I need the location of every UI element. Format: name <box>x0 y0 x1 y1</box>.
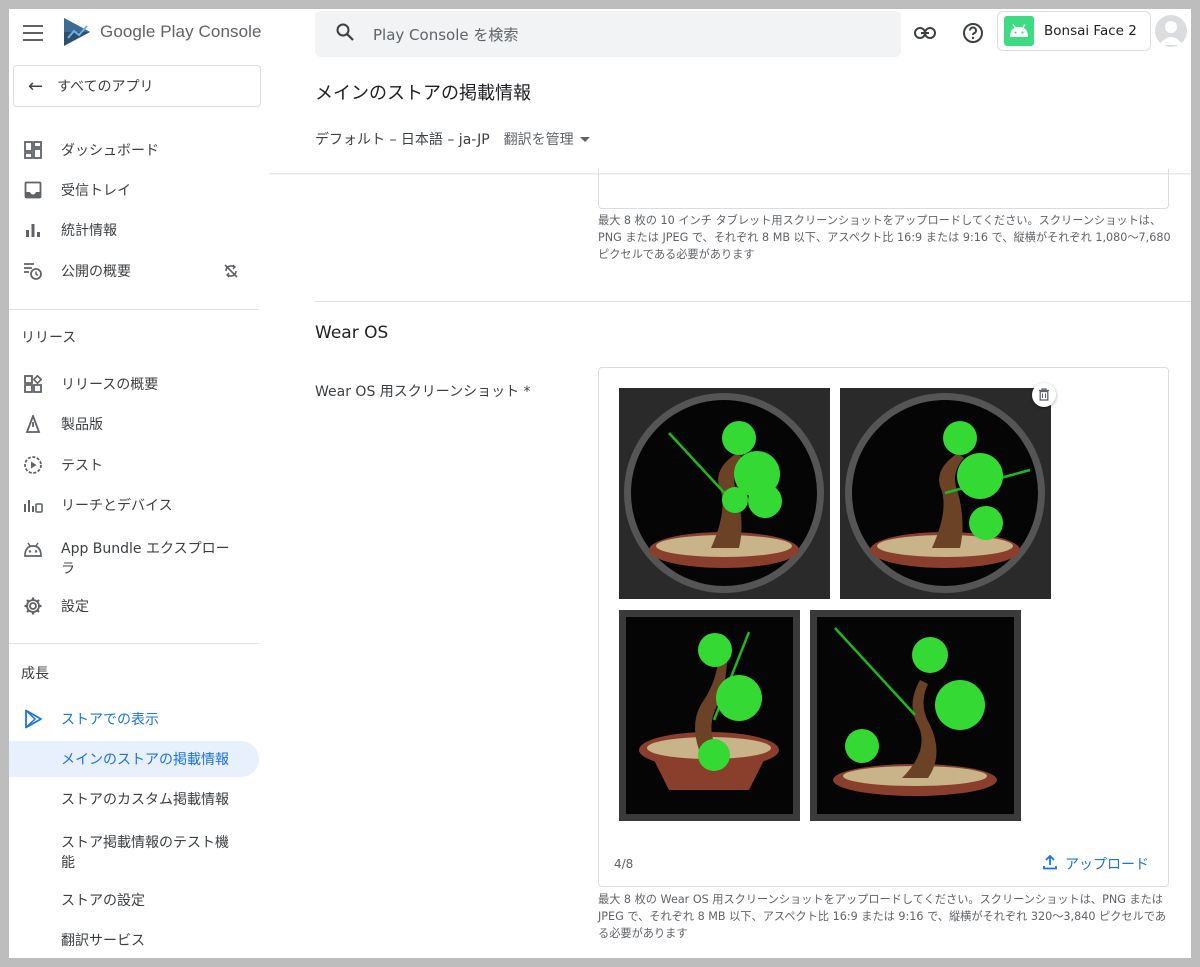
all-apps-button[interactable]: ← すべてのアプリ <box>13 65 261 107</box>
upload-label: アップロード <box>1065 857 1149 873</box>
upload-button[interactable]: アップロード <box>1043 854 1149 874</box>
sidebar-item-main-store-listing[interactable]: メインのストアの掲載情報 <box>9 741 259 777</box>
sidebar-divider <box>9 643 259 644</box>
android-bundle-icon <box>23 539 43 559</box>
sidebar-item-label: ストアでの表示 <box>61 712 159 728</box>
sidebar-item-release-overview[interactable]: リリースの概要 <box>9 366 259 402</box>
search-bar[interactable]: Play Console を検索 <box>315 11 901 57</box>
bar-chart-icon <box>23 220 43 240</box>
sidebar-item-label: ストア掲載情報のテスト機能 <box>61 835 229 871</box>
wear-section-title: Wear OS <box>315 323 389 343</box>
sidebar-divider <box>9 309 259 310</box>
delete-screenshot-button[interactable] <box>1032 383 1056 407</box>
sidebar-item-reach-devices[interactable]: リーチとデバイス <box>9 487 259 523</box>
language-row: デフォルト – 日本語 – ja-JP 翻訳を管理 <box>315 129 590 149</box>
sidebar-item-label: ダッシュボード <box>61 143 159 159</box>
sidebar-item-publishing-overview[interactable]: 公開の概要 <box>9 253 259 289</box>
bonsai-watch-face-image <box>619 610 800 821</box>
sidebar-item-label: リリースの概要 <box>61 377 159 393</box>
dashboard-icon <box>23 140 43 160</box>
testing-icon <box>23 455 43 475</box>
bonsai-watch-face-image <box>810 610 1021 821</box>
release-heading: リリース <box>21 330 77 346</box>
app-window: Google Play Console ← すべてのアプリ ダッシュボード 受信… <box>9 9 1191 958</box>
wear-screenshot-3[interactable] <box>619 610 800 821</box>
sidebar-item-label: 公開の概要 <box>61 264 131 280</box>
wear-screenshot-4[interactable] <box>810 610 1021 821</box>
sidebar-item-label: 設定 <box>61 599 89 615</box>
wear-screenshot-2[interactable] <box>840 388 1051 599</box>
production-icon <box>23 414 43 434</box>
sidebar-item-label: ストアの設定 <box>61 893 145 909</box>
hamburger-menu-icon[interactable] <box>20 21 46 45</box>
sidebar-item-inbox[interactable]: 受信トレイ <box>9 172 259 208</box>
page-title: メインのストアの掲載情報 <box>315 83 531 104</box>
release-overview-icon <box>23 374 43 394</box>
sidebar-item-label: 製品版 <box>61 417 103 433</box>
reach-devices-icon <box>23 495 43 515</box>
sidebar-item-label: 翻訳サービス <box>61 933 145 949</box>
language-label: デフォルト – 日本語 – ja-JP <box>315 132 490 148</box>
upload-icon <box>1043 854 1057 874</box>
sidebar-item-app-bundle-explorer[interactable]: App Bundle エクスプローラ <box>9 537 259 579</box>
app-name: Bonsai Face 2 <box>1044 23 1137 39</box>
sidebar-item-production[interactable]: 製品版 <box>9 406 259 442</box>
tablet-screenshots-box[interactable] <box>598 169 1169 209</box>
section-divider <box>315 301 1191 302</box>
inbox-icon <box>23 180 43 200</box>
arrow-left-icon: ← <box>28 75 44 97</box>
sidebar-item-label: App Bundle エクスプローラ <box>61 541 230 577</box>
play-store-icon <box>23 709 43 729</box>
sidebar-item-label: リーチとデバイス <box>61 498 173 514</box>
gear-icon <box>23 596 43 616</box>
sidebar-item-label: ストアのカスタム掲載情報 <box>61 792 229 808</box>
sidebar-item-translation-service[interactable]: 翻訳サービス <box>9 922 259 958</box>
sidebar-item-settings[interactable]: 設定 <box>9 588 259 624</box>
bonsai-watch-face-image <box>840 388 1051 599</box>
screenshot-count: 4/8 <box>614 857 634 871</box>
bonsai-watch-face-image <box>619 388 830 599</box>
app-selector[interactable]: Bonsai Face 2 <box>997 11 1151 51</box>
sidebar-item-testing[interactable]: テスト <box>9 447 259 483</box>
sidebar: Google Play Console ← すべてのアプリ ダッシュボード 受信… <box>9 9 269 958</box>
wear-help-text: 最大 8 枚の Wear OS 用スクリーンショットをアップロードしてください。… <box>598 893 1167 940</box>
tablet-help-text: 最大 8 枚の 10 インチ タブレット用スクリーンショットをアップロードしてく… <box>598 214 1171 261</box>
sidebar-item-store-settings[interactable]: ストアの設定 <box>9 882 259 918</box>
sidebar-item-label: メインのストアの掲載情報 <box>61 752 229 768</box>
logo-text: Google Play Console <box>100 22 262 41</box>
sidebar-item-store-presence[interactable]: ストアでの表示 <box>9 701 259 737</box>
sync-disabled-icon <box>223 263 239 283</box>
help-icon[interactable] <box>961 21 985 45</box>
manage-translations-button[interactable]: 翻訳を管理 <box>504 129 590 149</box>
link-icon[interactable] <box>913 21 937 45</box>
wear-screenshot-1[interactable] <box>619 388 830 599</box>
sidebar-item-label: テスト <box>61 458 103 474</box>
play-console-logo[interactable]: Google Play Console <box>62 16 262 48</box>
sidebar-item-statistics[interactable]: 統計情報 <box>9 212 259 248</box>
sidebar-item-dashboard[interactable]: ダッシュボード <box>9 132 259 168</box>
sidebar-item-label: 統計情報 <box>61 223 117 239</box>
search-input[interactable]: Play Console を検索 <box>373 24 518 45</box>
sidebar-item-custom-store-listing[interactable]: ストアのカスタム掲載情報 <box>9 781 259 817</box>
avatar[interactable] <box>1155 15 1187 47</box>
caret-down-icon <box>579 136 590 142</box>
trash-icon <box>1038 386 1050 405</box>
grow-heading: 成長 <box>21 666 49 682</box>
play-console-logo-icon <box>64 18 90 46</box>
all-apps-label: すべてのアプリ <box>57 79 154 95</box>
sidebar-item-store-listing-experiments[interactable]: ストア掲載情報のテスト機能 <box>9 831 259 873</box>
sidebar-item-label: 受信トレイ <box>61 183 131 199</box>
search-icon <box>335 22 355 46</box>
manage-translations-label: 翻訳を管理 <box>503 132 574 148</box>
wear-field-label: Wear OS 用スクリーンショット * <box>315 384 531 400</box>
publishing-overview-icon <box>23 261 43 281</box>
android-app-icon <box>1004 16 1034 46</box>
